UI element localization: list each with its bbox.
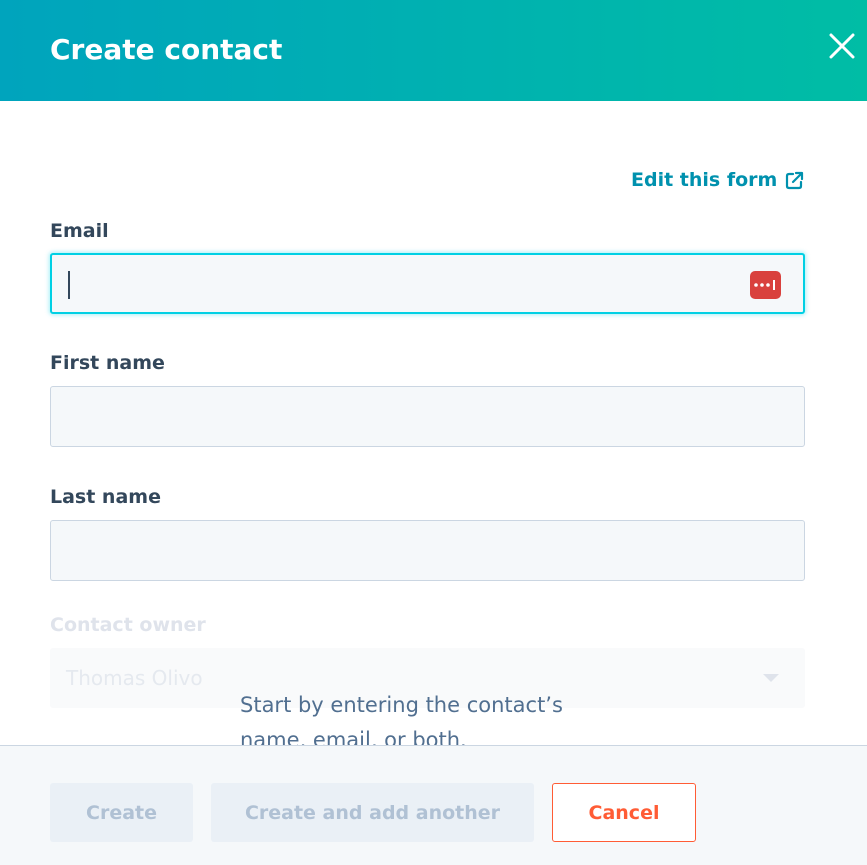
cancel-button[interactable]: Cancel bbox=[552, 783, 696, 842]
last-name-field[interactable] bbox=[50, 520, 805, 581]
last-name-label: Last name bbox=[50, 486, 161, 508]
email-field[interactable] bbox=[50, 253, 805, 314]
create-button[interactable]: Create bbox=[50, 783, 193, 842]
first-name-label: First name bbox=[50, 352, 165, 374]
first-name-field[interactable] bbox=[50, 386, 805, 447]
close-icon bbox=[829, 33, 855, 59]
contact-owner-value: Thomas Olivo bbox=[66, 666, 203, 690]
close-button[interactable] bbox=[822, 26, 862, 66]
chevron-down-icon bbox=[763, 674, 779, 682]
text-caret bbox=[68, 271, 70, 299]
email-label: Email bbox=[50, 220, 109, 242]
modal-title: Create contact bbox=[50, 33, 283, 66]
create-contact-panel: Create contact Edit this form Email Firs… bbox=[0, 0, 867, 865]
edit-form-link-label: Edit this form bbox=[631, 169, 778, 191]
modal-header: Create contact bbox=[0, 0, 867, 101]
password-manager-icon[interactable] bbox=[750, 271, 781, 299]
contact-owner-label: Contact owner bbox=[50, 614, 206, 636]
edit-form-link[interactable]: Edit this form bbox=[631, 166, 804, 194]
create-and-add-another-button[interactable]: Create and add another bbox=[211, 783, 534, 842]
modal-footer: Create Create and add another Cancel bbox=[0, 745, 867, 865]
external-link-icon bbox=[785, 171, 804, 190]
